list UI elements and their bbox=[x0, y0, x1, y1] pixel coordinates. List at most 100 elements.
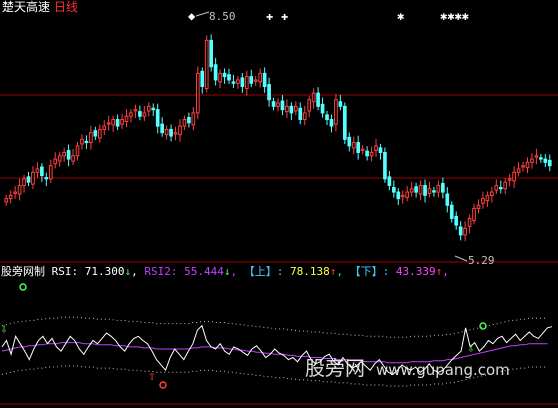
candle-body bbox=[71, 155, 75, 162]
candle-body bbox=[334, 99, 338, 125]
candle-body bbox=[44, 177, 49, 180]
star-icon: ✱ bbox=[397, 9, 404, 23]
candle-body bbox=[200, 70, 205, 88]
candle-body bbox=[80, 138, 84, 145]
candle-body bbox=[57, 155, 62, 162]
candle-body bbox=[204, 39, 209, 90]
candle-body bbox=[129, 112, 133, 117]
candle-body bbox=[539, 157, 543, 160]
candle-body bbox=[458, 226, 463, 236]
star-icon: ✱✱✱✱ bbox=[440, 9, 469, 23]
candle-body bbox=[84, 140, 89, 144]
candle-body bbox=[530, 158, 534, 163]
candle-body bbox=[236, 79, 240, 84]
candle-body bbox=[227, 74, 231, 81]
candle-body bbox=[249, 76, 254, 84]
candle-body bbox=[293, 105, 298, 112]
candle-body bbox=[97, 128, 102, 139]
rsi2-arrow: ↓ bbox=[223, 265, 231, 278]
star-icon: ✚ bbox=[266, 9, 273, 23]
lower-label: 【下】 bbox=[349, 265, 383, 278]
candle-body bbox=[173, 132, 178, 135]
candle-body bbox=[120, 119, 124, 125]
candle-body bbox=[62, 151, 66, 157]
circle-icon bbox=[19, 283, 27, 291]
candle-body bbox=[316, 92, 320, 107]
candle-body bbox=[445, 193, 450, 206]
candle-body bbox=[320, 103, 325, 114]
candle-body bbox=[258, 72, 263, 83]
candle-body bbox=[498, 186, 503, 190]
candle-body bbox=[267, 84, 271, 101]
candle-body bbox=[351, 142, 356, 149]
candle-body bbox=[507, 178, 512, 181]
candle-body bbox=[155, 109, 160, 127]
candle-body bbox=[325, 114, 329, 121]
candle-body bbox=[213, 64, 218, 81]
candle-body bbox=[142, 112, 147, 117]
candle-body bbox=[387, 176, 392, 186]
candle-body bbox=[347, 136, 352, 147]
candle-body bbox=[22, 178, 26, 186]
indicator-bar: 股旁网制 RSI: 71.300↓, RSI2: 55.444↓, 【上】: 7… bbox=[1, 265, 449, 278]
candle-body bbox=[276, 102, 280, 107]
candle-body bbox=[521, 165, 525, 168]
candle-body bbox=[164, 128, 169, 136]
candle-body bbox=[111, 119, 115, 126]
candle-body bbox=[307, 99, 312, 112]
candle-body bbox=[481, 198, 485, 204]
candle-body bbox=[146, 105, 151, 112]
watermark-cn: 股旁网 bbox=[305, 356, 365, 380]
candle-body bbox=[209, 39, 214, 68]
candle-body bbox=[35, 168, 40, 173]
candle-body bbox=[472, 208, 476, 221]
candle-body bbox=[240, 77, 245, 88]
candle-body bbox=[4, 198, 9, 203]
candle-body bbox=[138, 111, 142, 117]
candle-body bbox=[432, 190, 436, 193]
low-annotation: 5.29 bbox=[454, 254, 495, 267]
candle-body bbox=[66, 150, 71, 160]
stock-chart-window: 楚天高速 日线 8.50 5.29 ◆ ✚ ✚ ✱ ✱✱✱✱ ⇩ ⇧ ⇩ 股旁网… bbox=[0, 0, 558, 408]
candle-body bbox=[427, 188, 432, 194]
candle-body bbox=[476, 204, 481, 210]
candle-body bbox=[133, 109, 138, 112]
candle-body bbox=[48, 165, 53, 180]
candle-body bbox=[89, 132, 93, 144]
candle-body bbox=[423, 184, 427, 196]
candle-body bbox=[169, 128, 173, 137]
candle-body bbox=[302, 112, 307, 121]
candle-body bbox=[17, 184, 22, 195]
candle-body bbox=[31, 171, 35, 185]
candle-body bbox=[369, 151, 374, 157]
candle-body bbox=[418, 184, 423, 195]
candle-body bbox=[160, 123, 164, 134]
candle-body bbox=[454, 215, 459, 226]
candle-body bbox=[271, 101, 276, 107]
candle-body bbox=[392, 186, 396, 193]
candle-body bbox=[405, 191, 410, 198]
candle-body bbox=[512, 171, 516, 182]
candle-body bbox=[374, 145, 378, 152]
low-price-label: 5.29 bbox=[468, 254, 495, 267]
upper-value: 78.138 bbox=[290, 265, 330, 278]
candle-body bbox=[503, 181, 508, 190]
candle-body bbox=[342, 105, 347, 140]
chart-canvas: 8.50 5.29 ◆ ✚ ✚ ✱ ✱✱✱✱ ⇩ ⇧ ⇩ bbox=[0, 9, 558, 405]
candle-body bbox=[289, 105, 294, 114]
star-icon: ✚ bbox=[281, 9, 288, 23]
candle-body bbox=[547, 159, 552, 167]
rsi-value: 71.300 bbox=[84, 265, 125, 278]
candle-body bbox=[383, 151, 387, 180]
watermark-url: www.gupang.com bbox=[376, 361, 510, 379]
candle-body bbox=[187, 117, 191, 124]
candle-body bbox=[436, 184, 441, 193]
candle-body bbox=[75, 145, 80, 157]
candle-body bbox=[13, 191, 17, 194]
candle-body bbox=[93, 130, 98, 137]
circle-icon bbox=[159, 381, 167, 389]
candle-body bbox=[485, 194, 490, 202]
candle-body bbox=[534, 155, 539, 158]
candle-body bbox=[463, 227, 467, 236]
candle-body bbox=[525, 161, 530, 169]
